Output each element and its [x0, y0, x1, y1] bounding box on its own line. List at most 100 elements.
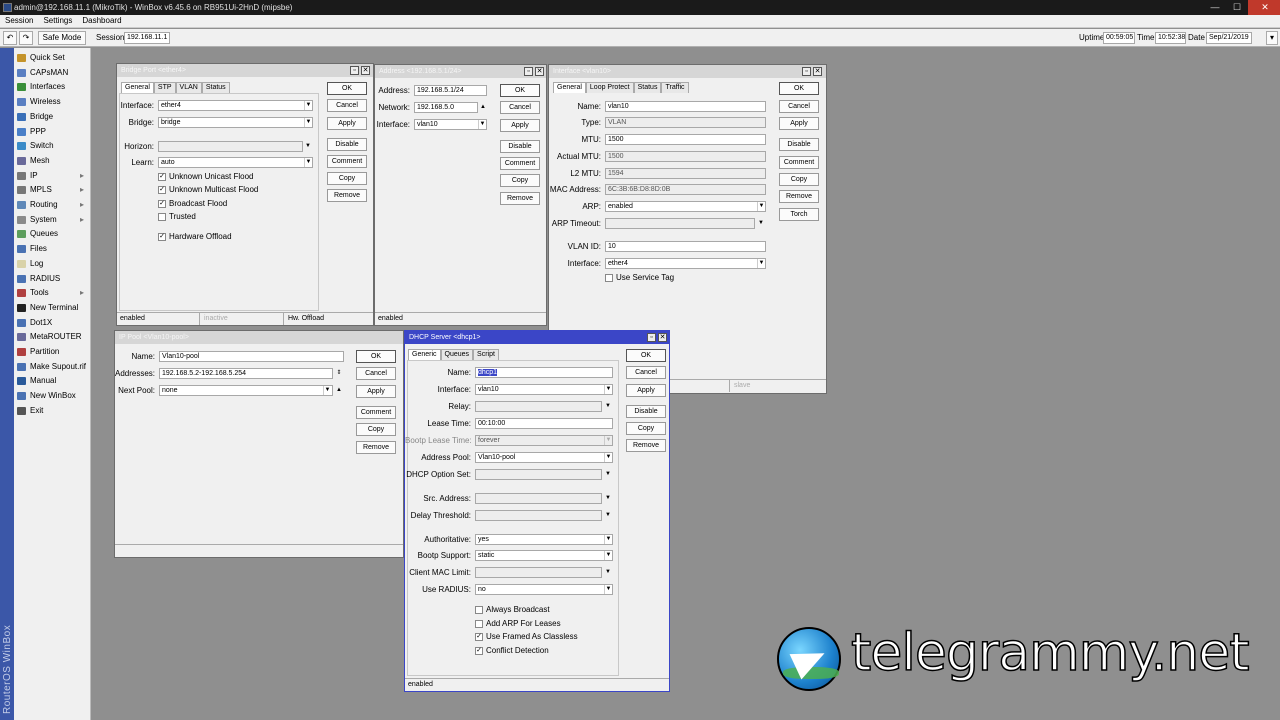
expand-icon[interactable]: ⇕: [335, 369, 343, 378]
minimize-button[interactable]: —: [1204, 0, 1226, 15]
dropdown-icon[interactable]: ▼: [478, 120, 486, 129]
name-field[interactable]: dhcp1: [475, 367, 613, 378]
name-field[interactable]: vlan10: [605, 101, 766, 112]
next-pool-select[interactable]: none: [159, 385, 333, 396]
apply-button[interactable]: Apply: [500, 119, 540, 132]
tab-traffic[interactable]: Traffic: [661, 82, 689, 93]
sidebar-item-make-supout-rif[interactable]: Make Supout.rif: [16, 360, 90, 374]
dropdown-icon[interactable]: ▼: [304, 142, 312, 151]
sidebar-item-queues[interactable]: Queues: [16, 227, 90, 241]
remove-button[interactable]: Remove: [626, 439, 666, 452]
client-mac-limit-field[interactable]: [475, 567, 602, 578]
dropdown-icon[interactable]: ▼: [304, 101, 312, 110]
cancel-button[interactable]: Cancel: [327, 99, 367, 112]
copy-button[interactable]: Copy: [779, 173, 819, 186]
add-arp-for-leases-checkbox[interactable]: Add ARP For Leases: [475, 619, 561, 629]
dropdown-icon[interactable]: ▼: [304, 158, 312, 167]
cancel-button[interactable]: Cancel: [356, 367, 396, 380]
sidebar-item-mpls[interactable]: MPLS ▸: [16, 183, 90, 197]
collapse-icon[interactable]: ▲: [479, 103, 487, 112]
sidebar-item-capsman[interactable]: CAPsMAN: [16, 66, 90, 80]
cancel-button[interactable]: Cancel: [500, 101, 540, 114]
delay-threshold-field[interactable]: [475, 510, 602, 521]
restore-icon[interactable]: ▫: [524, 67, 533, 76]
hardware-offload-checkbox[interactable]: ✓ Hardware Offload: [158, 232, 232, 242]
close-icon[interactable]: ✕: [535, 67, 544, 76]
sidebar-item-exit[interactable]: Exit: [16, 404, 90, 418]
dropdown-icon[interactable]: ▼: [604, 470, 612, 479]
interface-select[interactable]: vlan10: [414, 119, 487, 130]
tab-stp[interactable]: STP: [153, 82, 176, 93]
restore-icon[interactable]: ▫: [647, 333, 656, 342]
tab-queues[interactable]: Queues: [440, 349, 474, 360]
arp-select[interactable]: enabled: [605, 201, 766, 212]
arp-timeout-field[interactable]: [605, 218, 755, 229]
sidebar-item-ppp[interactable]: PPP: [16, 125, 90, 139]
bootp-support-select[interactable]: static: [475, 550, 613, 561]
dropdown-icon[interactable]: ▼: [323, 386, 331, 395]
sidebar-item-interfaces[interactable]: Interfaces: [16, 80, 90, 94]
address-pool-select[interactable]: Vlan10-pool: [475, 452, 613, 463]
dropdown-icon[interactable]: ▼: [604, 402, 612, 411]
toolbar-menu-icon[interactable]: ▾: [1266, 31, 1278, 45]
close-icon[interactable]: ✕: [813, 67, 822, 76]
sidebar-item-system[interactable]: System ▸: [16, 213, 90, 227]
address-field[interactable]: 192.168.5.1/24: [414, 85, 487, 96]
broadcast-flood-checkbox[interactable]: ✓ Broadcast Flood: [158, 199, 227, 209]
menu-session[interactable]: Session: [5, 15, 33, 27]
unknown-multicast-flood-checkbox[interactable]: ✓ Unknown Multicast Flood: [158, 185, 258, 195]
menu-dashboard[interactable]: Dashboard: [82, 15, 121, 27]
undo-icon[interactable]: ↶: [3, 31, 17, 45]
bridge-select[interactable]: bridge: [158, 117, 313, 128]
dropdown-icon[interactable]: ▼: [757, 202, 765, 211]
sidebar-item-quick-set[interactable]: Quick Set: [16, 51, 90, 65]
copy-button[interactable]: Copy: [626, 422, 666, 435]
apply-button[interactable]: Apply: [779, 117, 819, 130]
authoritative-select[interactable]: yes: [475, 534, 613, 545]
always-broadcast-checkbox[interactable]: Always Broadcast: [475, 605, 550, 615]
redo-icon[interactable]: ↷: [19, 31, 33, 45]
ok-button[interactable]: OK: [500, 84, 540, 97]
collapse-icon[interactable]: ▲: [335, 386, 343, 395]
dropdown-icon[interactable]: ▼: [304, 118, 312, 127]
sidebar-item-dot1x[interactable]: Dot1X: [16, 316, 90, 330]
close-button[interactable]: ✕: [1248, 0, 1280, 15]
learn-select[interactable]: auto: [158, 157, 313, 168]
sidebar-item-partition[interactable]: Partition: [16, 345, 90, 359]
remove-button[interactable]: Remove: [356, 441, 396, 454]
sidebar-item-wireless[interactable]: Wireless: [16, 95, 90, 109]
vlan-id-field[interactable]: 10: [605, 241, 766, 252]
sidebar-item-bridge[interactable]: Bridge: [16, 110, 90, 124]
safe-mode-button[interactable]: Safe Mode: [38, 31, 86, 45]
interface-select[interactable]: ether4: [605, 258, 766, 269]
dropdown-icon[interactable]: ▼: [757, 219, 765, 228]
copy-button[interactable]: Copy: [327, 172, 367, 185]
sidebar-item-ip[interactable]: IP ▸: [16, 169, 90, 183]
use-radius-select[interactable]: no: [475, 584, 613, 595]
trusted-checkbox[interactable]: Trusted: [158, 212, 196, 222]
sidebar-item-new-winbox[interactable]: New WinBox: [16, 389, 90, 403]
interface-select[interactable]: vlan10: [475, 384, 613, 395]
remove-button[interactable]: Remove: [327, 189, 367, 202]
comment-button[interactable]: Comment: [779, 156, 819, 169]
close-icon[interactable]: ✕: [658, 333, 667, 342]
mtu-field[interactable]: 1500: [605, 134, 766, 145]
ok-button[interactable]: OK: [327, 82, 367, 95]
dropdown-icon[interactable]: ▼: [604, 585, 612, 594]
dropdown-icon[interactable]: ▼: [604, 494, 612, 503]
restore-icon[interactable]: ▫: [350, 66, 359, 75]
sidebar-item-radius[interactable]: RADIUS: [16, 272, 90, 286]
ok-button[interactable]: OK: [356, 350, 396, 363]
ok-button[interactable]: OK: [779, 82, 819, 95]
sidebar-item-log[interactable]: Log: [16, 257, 90, 271]
apply-button[interactable]: Apply: [626, 384, 666, 397]
menu-settings[interactable]: Settings: [43, 15, 72, 27]
tab-generic[interactable]: Generic: [408, 349, 441, 360]
unknown-unicast-flood-checkbox[interactable]: ✓ Unknown Unicast Flood: [158, 172, 253, 182]
comment-button[interactable]: Comment: [356, 406, 396, 419]
sidebar-item-new-terminal[interactable]: New Terminal: [16, 301, 90, 315]
tab-general[interactable]: General: [553, 82, 586, 93]
conflict-detection-checkbox[interactable]: ✓ Conflict Detection: [475, 646, 549, 656]
addresses-field[interactable]: 192.168.5.2-192.168.5.254: [159, 368, 333, 379]
sidebar-item-manual[interactable]: Manual: [16, 374, 90, 388]
